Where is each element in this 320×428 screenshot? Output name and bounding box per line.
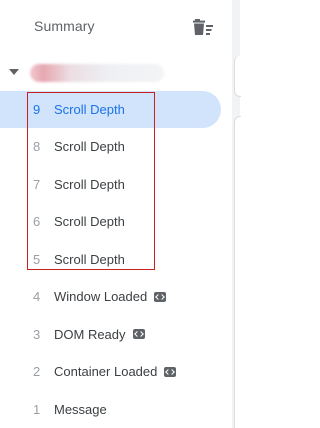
- event-item[interactable]: 8 Scroll Depth: [0, 128, 232, 166]
- event-label: Scroll Depth: [54, 214, 125, 229]
- event-list: 9 Scroll Depth 8 Scroll Depth 7 Scroll Depth 6…: [0, 91, 232, 428]
- event-label: Scroll Depth: [54, 139, 125, 154]
- event-number: 8: [33, 139, 41, 155]
- event-label-text: Scroll Depth: [54, 102, 125, 117]
- event-item[interactable]: 6 Scroll Depth: [0, 203, 232, 241]
- event-number: 1: [33, 401, 41, 417]
- summary-header: Summary: [0, 0, 232, 54]
- event-item[interactable]: 2 Container Loaded: [0, 353, 232, 391]
- event-label: Scroll Depth: [54, 252, 125, 267]
- event-label: Scroll Depth: [54, 102, 125, 117]
- summary-panel: Summary 9 Scroll Depth 8 Scroll Depth 7 Scrol…: [0, 0, 241, 428]
- event-item[interactable]: 1 Message: [0, 391, 232, 428]
- event-number: 5: [33, 251, 41, 267]
- delete-sweep-button[interactable]: [190, 14, 216, 40]
- event-label-text: DOM Ready: [54, 326, 126, 342]
- event-label-text: Container Loaded: [54, 364, 158, 380]
- delete-sweep-icon: [193, 19, 213, 35]
- event-label-text: Window Loaded: [54, 289, 148, 305]
- summary-title: Summary: [34, 18, 95, 34]
- event-number: 2: [33, 364, 41, 380]
- container-name-redacted: [30, 64, 164, 82]
- event-item[interactable]: 4 Window Loaded: [0, 278, 232, 316]
- event-label: DOM Ready: [54, 327, 145, 342]
- event-label: Message: [54, 402, 107, 417]
- detail-card-edge: [234, 116, 241, 428]
- code-icon: [132, 329, 145, 340]
- event-item[interactable]: 9 Scroll Depth: [0, 91, 221, 128]
- event-item[interactable]: 3 DOM Ready: [0, 316, 232, 354]
- container-row[interactable]: [0, 60, 232, 86]
- event-label: Scroll Depth: [54, 177, 125, 192]
- event-label-text: Scroll Depth: [54, 139, 125, 155]
- event-number: 4: [33, 289, 41, 305]
- event-item[interactable]: 7 Scroll Depth: [0, 166, 232, 204]
- event-number: 7: [33, 176, 41, 192]
- event-label: Container Loaded: [54, 364, 177, 380]
- event-label: Window Loaded: [54, 289, 167, 305]
- code-icon: [154, 291, 167, 302]
- detail-card-edge: [234, 56, 241, 97]
- event-number: 3: [33, 326, 41, 342]
- code-icon: [164, 366, 177, 377]
- event-label-text: Scroll Depth: [54, 251, 125, 267]
- event-item[interactable]: 5 Scroll Depth: [0, 241, 232, 279]
- event-label-text: Scroll Depth: [54, 176, 125, 192]
- caret-down-icon[interactable]: [9, 69, 19, 75]
- event-label-text: Scroll Depth: [54, 214, 125, 230]
- event-number: 6: [33, 214, 41, 230]
- event-number: 9: [33, 102, 41, 117]
- event-label-text: Message: [54, 401, 107, 417]
